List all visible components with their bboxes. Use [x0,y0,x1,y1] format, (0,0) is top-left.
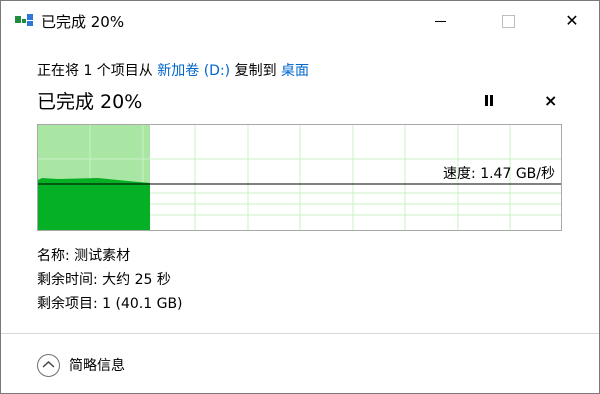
minimize-icon [434,20,446,22]
pause-button[interactable] [483,94,495,108]
transfer-speed-graph: 速度: 1.47 GB/秒 [37,124,562,231]
source-link[interactable]: 新加卷 (D:) [157,63,230,79]
transfer-speed-area [38,178,150,230]
operation-prefix: 正在将 1 个项目从 [37,63,153,79]
minimize-button[interactable] [417,1,463,41]
items-remaining: 剩余项目: 1 (40.1 GB) [37,296,183,312]
progress-title: 已完成 20% [37,91,143,113]
window-title: 已完成 20% [41,13,125,31]
close-button[interactable]: ✕ [549,1,595,41]
copy-dialog-window: 已完成 20% ✕ 正在将 1 个项目从 新加卷 (D:) 复制到 桌面 已完成… [0,0,600,394]
pause-icon-bar [490,95,493,106]
footer-divider [1,333,599,334]
maximize-button[interactable] [485,1,531,41]
time-remaining: 剩余时间: 大约 25 秒 [37,272,171,288]
operation-description: 正在将 1 个项目从 新加卷 (D:) 复制到 桌面 [37,60,309,80]
operation-middle: 复制到 [234,63,277,79]
destination-link[interactable]: 桌面 [281,63,309,79]
fewer-details-button[interactable] [37,354,60,377]
speed-label: 速度: 1.47 GB/秒 [443,166,555,182]
title-bar[interactable]: 已完成 20% ✕ [1,1,599,41]
item-name: 名称: 测试素材 [37,248,131,264]
maximize-icon [501,14,515,28]
file-copy-icon [15,14,33,26]
fewer-details-label[interactable]: 简略信息 [69,355,125,375]
close-icon: ✕ [565,11,579,30]
chevron-up-icon [42,360,55,368]
stop-button[interactable]: × [544,91,557,110]
pause-icon [485,95,488,106]
